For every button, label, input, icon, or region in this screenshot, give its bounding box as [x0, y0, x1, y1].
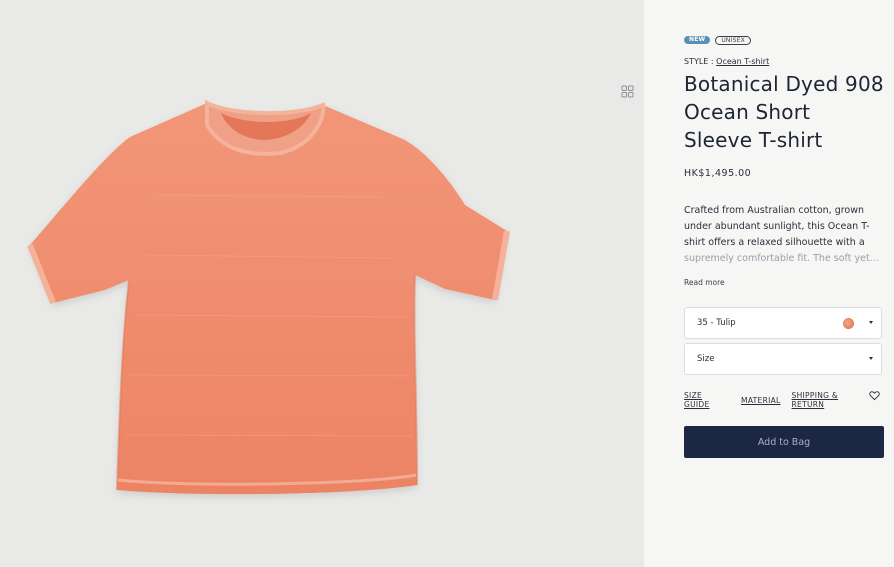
material-link[interactable]: MATERIAL	[741, 396, 780, 405]
product-gallery[interactable]	[0, 0, 644, 567]
color-swatch-icon	[843, 318, 854, 329]
product-title: Botanical Dyed 908 Ocean Short Sleeve T-…	[684, 72, 884, 152]
product-description: Crafted from Australian cotton, grown un…	[684, 203, 880, 267]
description-text: Crafted from Australian cotton, grown un…	[684, 205, 870, 248]
add-to-bag-button[interactable]: Add to Bag	[684, 426, 884, 458]
new-badge: NEW	[684, 36, 711, 44]
shipping-return-link[interactable]: SHIPPING & RETURN	[792, 391, 873, 409]
grid-view-icon[interactable]	[621, 85, 634, 98]
size-select[interactable]: Size	[684, 343, 882, 375]
read-more-link[interactable]: Read more	[684, 278, 725, 287]
chevron-down-icon	[869, 357, 873, 360]
color-select[interactable]: 35 - Tulip	[684, 307, 882, 339]
heart-icon[interactable]	[869, 390, 880, 401]
style-prefix: STYLE :	[684, 57, 714, 66]
style-link[interactable]: Ocean T-shirt	[716, 57, 769, 66]
description-faded-text: supremely comfortable fit. The soft yet.…	[684, 253, 879, 264]
size-select-value: Size	[697, 354, 715, 364]
product-image	[27, 99, 510, 495]
unisex-badge: UNISEX	[715, 36, 751, 45]
color-select-value: 35 - Tulip	[697, 318, 736, 328]
product-page: NEW UNISEX STYLE : Ocean T-shirt Botanic…	[0, 0, 894, 567]
chevron-down-icon	[869, 321, 873, 324]
size-guide-link[interactable]: SIZE GUIDE	[684, 391, 730, 409]
product-info-links: SIZE GUIDE MATERIAL SHIPPING & RETURN	[684, 391, 884, 409]
product-badges: NEW UNISEX	[684, 36, 751, 45]
product-price: HK$1,495.00	[684, 168, 752, 179]
style-line: STYLE : Ocean T-shirt	[684, 57, 769, 66]
